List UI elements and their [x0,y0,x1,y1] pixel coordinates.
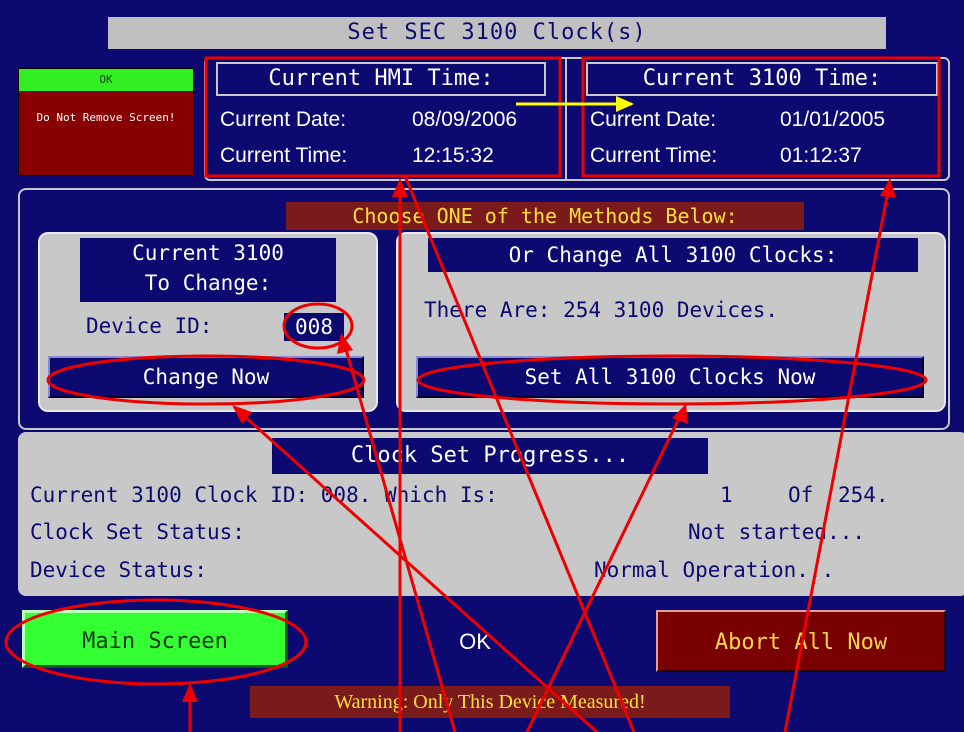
ok-status-text: OK [459,629,491,654]
current-clock-index: 1 [720,483,733,507]
single-device-title-line2: To Change: [144,271,272,295]
clock-of-label: Of [788,483,814,507]
warning-banner: Warning: Only This Device Measured! [250,686,730,718]
methods-header: Choose ONE of the Methods Below: [286,202,804,230]
status-ok-label: OK [19,69,193,91]
hmi-date-label: Current Date: [220,108,347,131]
clock-set-status-label: Clock Set Status: [30,520,245,544]
set-all-clocks-button[interactable]: Set All 3100 Clocks Now [416,356,924,398]
single-device-title: Current 3100 To Change: [80,238,336,302]
status-warning-text: Do Not Remove Screen! [19,91,193,175]
pointer-head-main [182,683,198,702]
device-count-text: There Are: 254 3100 Devices. [424,298,779,322]
total-clock-count: 254. [838,483,889,507]
abort-all-button[interactable]: Abort All Now [656,610,946,672]
change-now-button[interactable]: Change Now [48,356,364,398]
all-devices-title: Or Change All 3100 Clocks: [428,238,918,272]
hmi-screen: Set SEC 3100 Clock(s) OK Do Not Remove S… [0,0,964,732]
device-date-label: Current Date: [590,108,717,131]
device-id-label: Device ID: [86,314,213,338]
status-indicator: OK Do Not Remove Screen! [18,68,194,176]
device-id-input[interactable]: 008 [284,313,344,341]
device-time-header: Current 3100 Time: [586,62,938,96]
hmi-time-value: 12:15:32 [412,144,494,167]
hmi-time-label: Current Time: [220,144,348,167]
device-status-value: Normal Operation... [594,558,835,582]
device-date-value: 01/01/2005 [780,108,886,131]
screen-title: Set SEC 3100 Clock(s) [108,17,886,49]
clock-id-label: Current 3100 Clock ID: 008. Which Is: [30,483,498,507]
hmi-time-header: Current HMI Time: [216,62,546,96]
clock-set-status-value: Not started... [688,520,866,544]
progress-header: Clock Set Progress... [272,438,708,474]
device-time-label: Current Time: [590,144,718,167]
time-panel-divider [565,57,567,181]
hmi-date-value: 08/09/2006 [412,108,518,131]
device-status-label: Device Status: [30,558,208,582]
single-device-title-line1: Current 3100 [132,241,284,265]
device-time-value: 01:12:37 [780,144,862,167]
main-screen-button[interactable]: Main Screen [22,610,288,668]
